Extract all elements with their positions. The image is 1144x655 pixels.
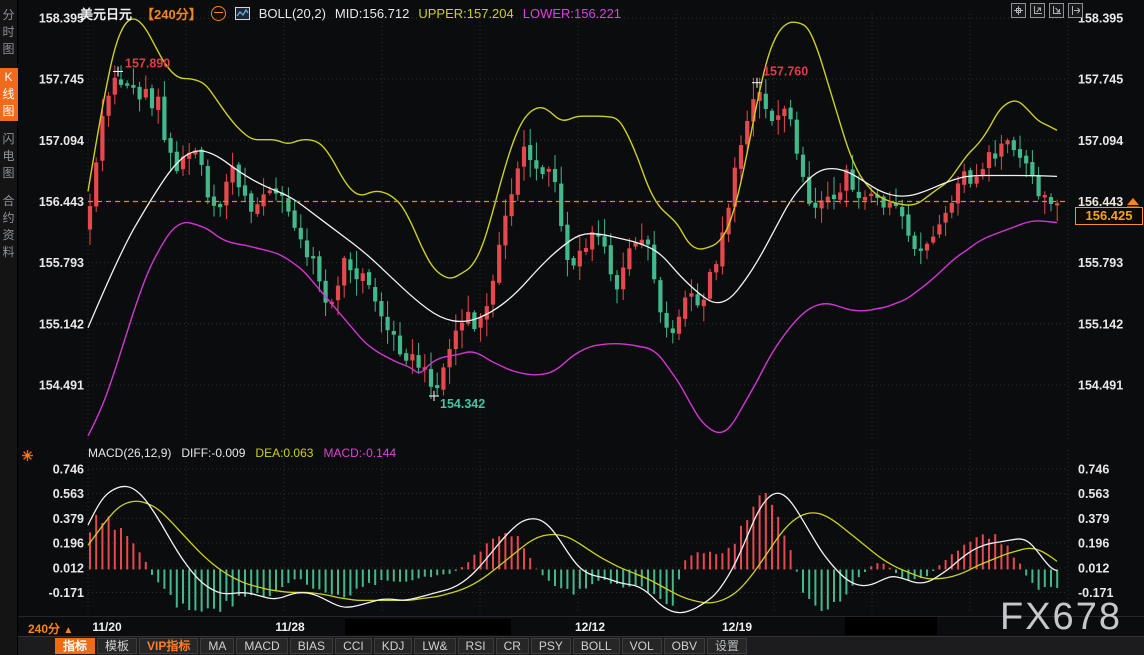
svg-text:0.563: 0.563 <box>1078 487 1109 501</box>
sidebar: 分时图 K线图闪电图合约资料 <box>0 0 18 655</box>
x-axis-date-label: 11/28 <box>260 620 320 634</box>
svg-text:155.142: 155.142 <box>1078 317 1123 331</box>
timeframe-arrow-icon: ▲ <box>63 625 73 636</box>
redaction-box <box>345 619 511 635</box>
toolbar-button-ma[interactable]: MA <box>200 638 234 654</box>
last-price-badge: 156.425 <box>1075 207 1143 225</box>
redaction-box <box>845 617 937 635</box>
toolbar-button-boll[interactable]: BOLL <box>573 638 620 654</box>
toolbar-button-kdj[interactable]: KDJ <box>374 638 413 654</box>
svg-text:157.890: 157.890 <box>125 56 170 70</box>
toolbar-button-cci[interactable]: CCI <box>335 638 372 654</box>
svg-text:154.491: 154.491 <box>1078 379 1123 393</box>
toolbar-button-bias[interactable]: BIAS <box>290 638 333 654</box>
svg-text:157.745: 157.745 <box>39 73 84 87</box>
svg-text:0.196: 0.196 <box>53 537 84 551</box>
svg-text:0.746: 0.746 <box>1078 463 1109 477</box>
fx678-watermark: FX678 <box>1000 596 1122 639</box>
crosshair-icon[interactable] <box>1011 3 1026 18</box>
toolbar-button-rsi[interactable]: RSI <box>458 638 494 654</box>
toolbar-button-lw&[interactable]: LW& <box>414 638 455 654</box>
mini-chart-icon <box>235 7 250 20</box>
toolbar-button-psy[interactable]: PSY <box>531 638 571 654</box>
chart-tool-icons <box>1011 3 1083 18</box>
svg-text:156.443: 156.443 <box>39 195 84 209</box>
svg-text:0.012: 0.012 <box>1078 561 1109 575</box>
x-axis-date-label: 12/12 <box>560 620 620 634</box>
toolbar-button-obv[interactable]: OBV <box>664 638 705 654</box>
svg-text:157.745: 157.745 <box>1078 73 1123 87</box>
indicator-flower-icon[interactable] <box>21 449 34 467</box>
svg-text:154.342: 154.342 <box>440 397 485 411</box>
bottom-toolbar: 指标模板VIP指标MAMACDBIASCCIKDJLW&RSICRPSYBOLL… <box>18 636 1144 655</box>
timeframe-label: 240分 <box>28 622 60 636</box>
svg-text:155.142: 155.142 <box>39 317 84 331</box>
boll-mid-value: MID:156.712 <box>335 6 409 21</box>
toolbar-button-vip指标[interactable]: VIP指标 <box>139 638 198 654</box>
toolbar-button-设置[interactable]: 设置 <box>707 638 747 654</box>
toolbar-button-模板[interactable]: 模板 <box>97 638 137 654</box>
macd-diff-value: DIFF:-0.009 <box>181 446 245 460</box>
svg-text:155.793: 155.793 <box>39 256 84 270</box>
svg-text:157.094: 157.094 <box>39 134 84 148</box>
svg-text:158.395: 158.395 <box>39 12 84 26</box>
sidebar-item-contract-info[interactable]: 合约资料 <box>0 192 18 262</box>
pop-out-right-icon[interactable] <box>1068 3 1083 18</box>
x-axis-date-label: 11/20 <box>77 620 137 634</box>
svg-text:158.395: 158.395 <box>1078 12 1123 26</box>
svg-text:155.793: 155.793 <box>1078 256 1123 270</box>
svg-text:0.563: 0.563 <box>53 487 84 501</box>
svg-text:157.094: 157.094 <box>1078 134 1123 148</box>
svg-text:0.746: 0.746 <box>53 463 84 477</box>
toolbar-button-指标[interactable]: 指标 <box>55 638 95 654</box>
svg-text:0.379: 0.379 <box>1078 512 1109 526</box>
boll-settings-label[interactable]: BOLL(20,2) <box>259 6 326 21</box>
candlestick-chart-canvas[interactable]: 158.395 158.395 157.745 157.745 157.094 157.0… <box>0 0 1144 638</box>
svg-text:-0.171: -0.171 <box>49 586 84 600</box>
boll-upper-value: UPPER:157.204 <box>418 6 513 21</box>
axis-zoom-out-icon[interactable] <box>1049 3 1064 18</box>
svg-text:154.491: 154.491 <box>39 379 84 393</box>
macd-header: MACD(26,12,9) DIFF:-0.009 DEA:0.063 MACD… <box>88 446 396 460</box>
sidebar-item-lightning-chart[interactable]: 闪电图 <box>0 130 18 183</box>
macd-settings-label[interactable]: MACD(26,12,9) <box>88 446 171 460</box>
period-label[interactable]: 【240分】 <box>141 4 202 23</box>
sidebar-item-kline-chart[interactable]: K线图 <box>0 68 18 121</box>
chart-header: 美元日元 【240分】 BOLL(20,2) MID:156.712 UPPER… <box>80 4 621 22</box>
svg-text:0.012: 0.012 <box>53 561 84 575</box>
svg-text:157.760: 157.760 <box>763 65 808 79</box>
sidebar-item-time-chart[interactable]: 分时图 <box>0 6 18 59</box>
svg-text:0.379: 0.379 <box>53 512 84 526</box>
timeframe-selector[interactable]: 240分 ▲ <box>28 620 73 637</box>
trading-app-window: 158.395 158.395 157.745 157.745 157.094 157.0… <box>0 0 1144 655</box>
axis-zoom-in-icon[interactable] <box>1030 3 1045 18</box>
x-axis-date-label: 12/19 <box>707 620 767 634</box>
toolbar-button-vol[interactable]: VOL <box>622 638 662 654</box>
collapse-indicator-icon[interactable] <box>211 6 226 21</box>
boll-lower-value: LOWER:156.221 <box>523 6 621 21</box>
symbol-title: 美元日元 <box>80 4 132 23</box>
macd-dea-value: DEA:0.063 <box>255 446 313 460</box>
toolbar-button-macd[interactable]: MACD <box>236 638 287 654</box>
svg-text:0.196: 0.196 <box>1078 537 1109 551</box>
macd-macd-value: MACD:-0.144 <box>323 446 396 460</box>
toolbar-button-cr[interactable]: CR <box>496 638 529 654</box>
